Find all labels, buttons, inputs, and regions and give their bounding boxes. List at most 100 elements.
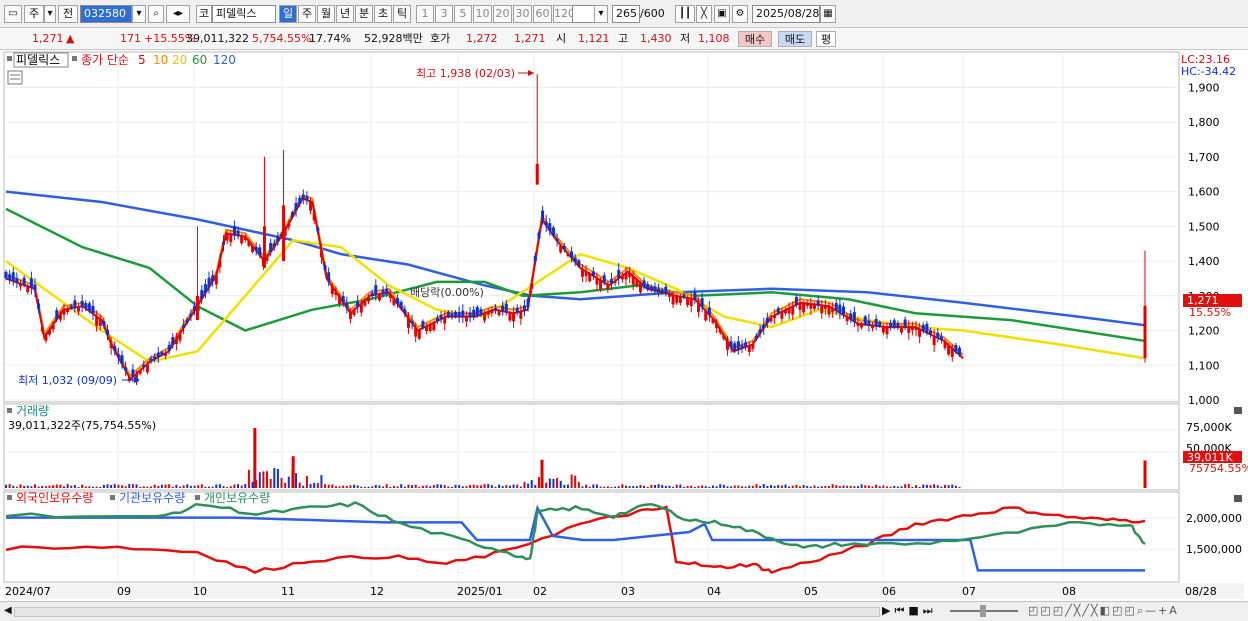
save-icon[interactable]: ▣ [714, 5, 730, 23]
candle-body [907, 327, 911, 333]
sell-button[interactable]: 매도 [778, 31, 812, 47]
candle-body [417, 329, 421, 339]
candle-style-icon[interactable]: ┃┃ [675, 5, 695, 23]
playback-controls[interactable]: ▶⏮■⏭ [882, 604, 937, 618]
volume-bar [838, 486, 841, 488]
candle-body [298, 197, 302, 205]
count-input[interactable]: 265 [612, 5, 640, 23]
prev-select[interactable]: 전 [58, 5, 78, 23]
svg-text:개인보유수량: 개인보유수량 [204, 491, 270, 505]
volume-bar [247, 469, 250, 488]
candle-body [352, 310, 356, 316]
x-label: 09 [117, 585, 131, 598]
volume-bar [900, 486, 903, 488]
volume-bar [128, 484, 131, 488]
interval-button-60[interactable]: 60 [533, 5, 552, 23]
volume-bar [846, 485, 849, 488]
window-icon[interactable]: ▭ [4, 5, 22, 23]
date-input[interactable]: 2025/08/28 [752, 5, 820, 23]
volume-bar [929, 485, 932, 488]
candle-body [896, 323, 900, 328]
dividend-annotation: 배당락(0.00%) [410, 286, 484, 299]
volume-bar [585, 484, 588, 488]
high-label: 고 [618, 32, 629, 45]
flat-button[interactable]: 평 [816, 31, 836, 47]
volume-bar [944, 484, 947, 488]
volume-bar [614, 486, 617, 488]
volume-bar [603, 486, 606, 488]
period-tab-0[interactable]: 일 [279, 5, 297, 23]
table-icon[interactable] [7, 70, 23, 85]
scroll-left-icon[interactable]: ◀ [4, 605, 12, 616]
volume-bar [936, 485, 939, 488]
kind-label: 코 [196, 5, 212, 23]
volume-bar [211, 486, 214, 488]
volume-bar [896, 486, 899, 488]
code-input[interactable]: 032580 [80, 5, 132, 23]
buy-button[interactable]: 매수 [738, 31, 772, 47]
interval-button-1[interactable]: 1 [416, 5, 434, 23]
volume-bar [617, 486, 620, 488]
chart-area[interactable]: 1,9001,8001,7001,6001,5001,4001,3001,200… [0, 50, 1248, 601]
volume-bar [153, 484, 156, 488]
volume-bar [324, 484, 327, 488]
market-select[interactable]: 주 [24, 5, 44, 23]
volume-bar [226, 486, 229, 488]
x-label: 10 [193, 585, 207, 598]
crosshair-icon[interactable]: ╳ [696, 5, 712, 23]
period-tab-3[interactable]: 년 [336, 5, 354, 23]
interval-dropdown-icon[interactable]: ▾ [594, 5, 608, 23]
interval-button-20[interactable]: 20 [493, 5, 512, 23]
volume-bar [334, 486, 337, 488]
open-label: 시 [556, 32, 567, 45]
interval-button-5[interactable]: 5 [454, 5, 472, 23]
legend-stock-name[interactable]: 피델릭스 [16, 53, 60, 67]
scrollbar[interactable] [14, 607, 880, 617]
volume-bar [150, 486, 153, 488]
candle-body [113, 345, 117, 351]
candle-body [573, 258, 577, 263]
interval-button-30[interactable]: 30 [513, 5, 532, 23]
search-icon[interactable]: ⌕ [148, 5, 164, 23]
interval-button-3[interactable]: 3 [435, 5, 453, 23]
volume-bar [429, 486, 432, 488]
candle-body [95, 316, 99, 326]
candle-body [903, 319, 907, 328]
volume-spike [291, 456, 295, 488]
volume-bar [34, 484, 37, 488]
stock-name[interactable]: 피델릭스 [212, 5, 276, 23]
zoom-slider-handle[interactable] [980, 605, 986, 617]
interval-button-10[interactable]: 10 [473, 5, 492, 23]
legend-ma5: 5 [138, 53, 146, 67]
high-value: 1,430 [640, 32, 672, 45]
period-tab-5[interactable]: 초 [374, 5, 392, 23]
candle-body [548, 223, 552, 231]
volume-bar [316, 483, 319, 488]
candle-body [200, 290, 204, 300]
holdings-close-icon[interactable] [1234, 495, 1242, 502]
period-tab-4[interactable]: 분 [355, 5, 373, 23]
market-dropdown-icon[interactable]: ▾ [44, 5, 56, 23]
gear-icon[interactable]: ⚙ [732, 5, 748, 23]
svg-text:15.55%: 15.55% [1189, 306, 1231, 319]
candle-body [218, 260, 222, 268]
candle-body [359, 303, 363, 313]
code-dropdown-icon[interactable]: ▾ [132, 5, 146, 23]
volume-bar [798, 486, 801, 488]
volume-bar [99, 486, 102, 488]
volume-bar [534, 485, 537, 488]
candle-body [195, 295, 199, 321]
period-tab-1[interactable]: 주 [298, 5, 316, 23]
calendar-icon[interactable]: ▦ [820, 5, 836, 23]
volume-bar [12, 485, 15, 488]
volume-bar [849, 485, 852, 488]
drawing-tools[interactable]: ◰◰◰╱╳╱╳◧◰◰⌕—+A [1028, 604, 1179, 618]
period-tab-6[interactable]: 틱 [393, 5, 411, 23]
candle-body [943, 341, 947, 348]
volume-close-icon[interactable] [1234, 407, 1242, 414]
speaker-icon[interactable]: ◂▸ [166, 5, 190, 23]
volume-bar [367, 486, 370, 488]
volume-bar [653, 484, 656, 488]
period-tab-2[interactable]: 월 [317, 5, 335, 23]
volume-bar [556, 478, 559, 488]
